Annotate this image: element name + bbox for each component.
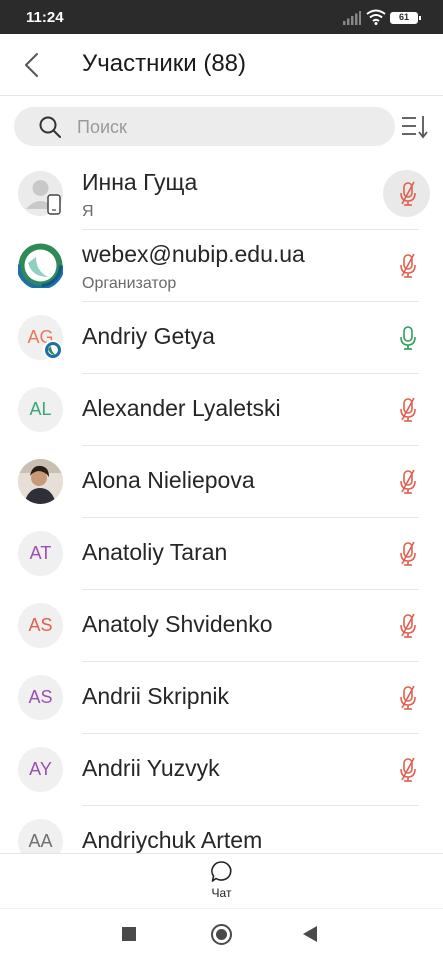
- chat-tab-bar[interactable]: Чат: [0, 853, 443, 908]
- webex-badge-icon: [43, 340, 63, 360]
- participant-name: webex@nubip.edu.ua: [82, 241, 305, 267]
- participant-row[interactable]: Alona Nieliepova: [0, 446, 443, 518]
- avatar-initials: AY: [18, 747, 63, 792]
- participant-name: Anatoly Shvidenko: [82, 611, 273, 637]
- person-icon: [18, 171, 63, 216]
- back-arrow-icon[interactable]: [18, 50, 48, 80]
- mic-unmuted-icon[interactable]: [396, 324, 420, 352]
- participant-name: Andrii Yuzvyk: [82, 755, 220, 781]
- participant-name: Инна Гуща: [82, 169, 198, 195]
- participant-name: Alona Nieliepova: [82, 467, 255, 493]
- page-title: Участники (88): [82, 50, 247, 77]
- participant-name: Anatoliy Taran: [82, 539, 228, 565]
- battery-icon: 61: [390, 12, 421, 24]
- avatar-initials: AS: [18, 675, 63, 720]
- mic-muted-icon[interactable]: [396, 612, 420, 640]
- chat-tab-label[interactable]: Чат: [0, 886, 443, 900]
- avatar-initials-text: AL: [29, 399, 52, 419]
- chat-bubble-icon[interactable]: [210, 860, 233, 883]
- mic-muted-icon[interactable]: [396, 180, 420, 208]
- home-icon[interactable]: [211, 924, 232, 945]
- avatar-placeholder: [18, 171, 63, 216]
- participant-role: Я: [82, 203, 94, 220]
- participant-role: Организатор: [82, 275, 177, 292]
- mic-muted-icon[interactable]: [396, 540, 420, 568]
- avatar-initials-text: AS: [28, 615, 53, 635]
- participant-name: Alexander Lyaletski: [82, 395, 281, 421]
- system-nav-bar: [0, 908, 443, 960]
- avatar-initials-text: AT: [29, 543, 52, 563]
- mic-muted-icon[interactable]: [396, 756, 420, 784]
- mic-muted-icon[interactable]: [396, 468, 420, 496]
- status-time: 11:24: [26, 9, 64, 26]
- avatar-initials-text: AY: [29, 759, 52, 779]
- participant-row[interactable]: Инна Гуща Я: [0, 158, 443, 230]
- participant-row[interactable]: AA Andriychuk Artem: [0, 806, 443, 853]
- signal-icon: [343, 11, 361, 25]
- participants-list[interactable]: Инна Гуща Я webex@nubip.edu.ua Организат…: [0, 158, 443, 853]
- sort-icon[interactable]: [400, 113, 430, 141]
- participant-row[interactable]: AG Andriy Getya: [0, 302, 443, 374]
- wifi-icon: [366, 9, 386, 25]
- participant-row[interactable]: AL Alexander Lyaletski: [0, 374, 443, 446]
- header: Участники (88): [0, 34, 443, 96]
- participant-row[interactable]: AT Anatoliy Taran: [0, 518, 443, 590]
- avatar-initials: AL: [18, 387, 63, 432]
- user-photo-icon: [18, 459, 63, 504]
- mic-muted-icon[interactable]: [396, 684, 420, 712]
- search-input[interactable]: Поиск: [14, 107, 395, 146]
- search-icon: [39, 116, 61, 138]
- participant-row[interactable]: AY Andrii Yuzvyk: [0, 734, 443, 806]
- participant-name: Andriy Getya: [82, 323, 215, 349]
- avatar-initials: AA: [18, 819, 63, 853]
- participant-name: Andriychuk Artem: [82, 827, 263, 853]
- participant-row[interactable]: AS Anatoly Shvidenko: [0, 590, 443, 662]
- avatar-initials: AS: [18, 603, 63, 648]
- participant-name: Andrii Skripnik: [82, 683, 229, 709]
- avatar-initials: AT: [18, 531, 63, 576]
- participant-row[interactable]: webex@nubip.edu.ua Организатор: [0, 230, 443, 302]
- avatar-initials-text: AA: [28, 831, 53, 851]
- status-bar: 11:24 61: [0, 0, 443, 34]
- back-triangle-icon[interactable]: [303, 926, 317, 942]
- avatar-initials-text: AS: [28, 687, 53, 707]
- webex-logo-avatar: [18, 243, 63, 288]
- webex-logo-icon: [18, 243, 63, 288]
- avatar-photo: [18, 459, 63, 504]
- recent-apps-icon[interactable]: [122, 927, 136, 941]
- participant-row[interactable]: AS Andrii Skripnik: [0, 662, 443, 734]
- mic-muted-icon[interactable]: [396, 252, 420, 280]
- search-placeholder: Поиск: [77, 117, 127, 137]
- avatar-initials: AG: [18, 315, 63, 360]
- mic-muted-icon[interactable]: [396, 396, 420, 424]
